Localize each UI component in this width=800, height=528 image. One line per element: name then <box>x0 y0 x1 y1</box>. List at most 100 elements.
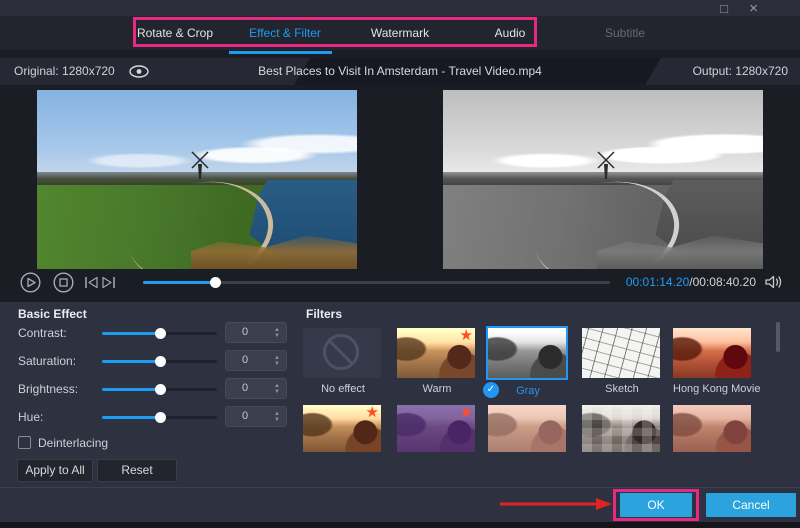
no-entry-icon <box>323 334 359 370</box>
ok-button[interactable]: OK <box>620 493 692 517</box>
window-bottom-edge <box>0 522 800 528</box>
filter-tile-row2-4[interactable] <box>582 405 660 452</box>
spin-down-icon[interactable]: ▼ <box>274 361 280 367</box>
filter-label: Warm <box>397 383 477 395</box>
filter-tile-row2-3[interactable] <box>488 405 566 452</box>
close-icon[interactable]: × <box>749 1 758 16</box>
thumbnail-art <box>673 405 751 452</box>
contrast-slider-fill <box>102 332 160 335</box>
saturation-slider[interactable] <box>102 360 217 363</box>
star-icon: ★ <box>460 405 473 421</box>
brightness-slider-thumb[interactable] <box>155 384 166 395</box>
seek-progress-fill <box>143 281 215 284</box>
volume-icon[interactable] <box>764 274 784 290</box>
filter-label: Gray <box>488 385 568 397</box>
saturation-value: 0 <box>242 351 248 370</box>
spin-down-icon[interactable]: ▼ <box>274 389 280 395</box>
spin-down-icon[interactable]: ▼ <box>274 333 280 339</box>
thumbnail-art <box>582 405 660 452</box>
filter-tile-no-effect[interactable]: No effect <box>303 328 383 395</box>
star-icon: ★ <box>366 405 379 421</box>
contrast-spinner[interactable]: 0 ▲▼ <box>225 322 287 343</box>
stop-button[interactable] <box>53 272 74 293</box>
original-video-preview <box>37 90 357 269</box>
filter-tile-row2-5[interactable] <box>673 405 751 452</box>
cancel-button[interactable]: Cancel <box>706 493 796 517</box>
filter-tile-hong-kong-movie[interactable]: Hong Kong Movie <box>673 328 753 395</box>
filters-scrollbar[interactable] <box>776 322 780 352</box>
active-tab-underline <box>229 51 332 54</box>
filter-tile-row2-2[interactable]: ★ <box>397 405 475 452</box>
filters-title: Filters <box>306 307 342 321</box>
saturation-spinner[interactable]: 0 ▲▼ <box>225 350 287 371</box>
previous-frame-button[interactable] <box>84 276 99 289</box>
tab-bar: Rotate & Crop Effect & Filter Watermark … <box>0 16 800 50</box>
selected-filter-check-icon: ✓ <box>483 382 499 398</box>
filter-tile-warm[interactable]: ★ Warm <box>397 328 477 395</box>
star-icon: ★ <box>460 328 473 344</box>
filter-label: No effect <box>303 383 383 395</box>
contrast-label: Contrast: <box>18 326 67 340</box>
saturation-label: Saturation: <box>18 354 76 368</box>
deinterlacing-label: Deinterlacing <box>38 436 108 450</box>
warm-thumbnail: ★ <box>397 328 475 378</box>
output-resolution-label: Output: 1280x720 <box>693 58 788 85</box>
contrast-slider[interactable] <box>102 332 217 335</box>
thumbnail-art <box>488 405 566 452</box>
brightness-slider-fill <box>102 388 160 391</box>
basic-effect-title: Basic Effect <box>18 307 87 321</box>
hue-label: Hue: <box>18 410 43 424</box>
reset-button[interactable]: Reset <box>97 459 177 482</box>
tab-rotate-crop[interactable]: Rotate & Crop <box>120 16 230 50</box>
contrast-slider-thumb[interactable] <box>155 328 166 339</box>
brightness-slider[interactable] <box>102 388 217 391</box>
brightness-value: 0 <box>242 379 248 398</box>
window-titlebar: □ × <box>0 0 800 16</box>
brightness-spinner[interactable]: 0 ▲▼ <box>225 378 287 399</box>
no-effect-thumbnail <box>303 328 381 378</box>
filtered-video-frame <box>443 90 763 269</box>
hue-slider[interactable] <box>102 416 217 419</box>
saturation-slider-thumb[interactable] <box>155 356 166 367</box>
brightness-label: Brightness: <box>18 382 78 396</box>
original-video-frame <box>37 90 357 269</box>
next-frame-button[interactable] <box>101 276 116 289</box>
filter-label: Sketch <box>582 383 662 395</box>
hong-kong-movie-thumbnail <box>673 328 751 378</box>
filter-label: Hong Kong Movie <box>673 383 753 395</box>
deinterlacing-checkbox[interactable] <box>18 436 31 449</box>
seek-slider-thumb[interactable] <box>210 277 221 288</box>
playback-time: 00:01:14.20/00:08:40.20 <box>626 275 756 289</box>
contrast-value: 0 <box>242 323 248 342</box>
total-time: /00:08:40.20 <box>689 275 756 289</box>
current-time: 00:01:14.20 <box>626 275 689 289</box>
sketch-thumbnail <box>582 328 660 378</box>
saturation-slider-fill <box>102 360 160 363</box>
seek-slider[interactable] <box>143 281 610 284</box>
thumbnail-art <box>582 328 660 378</box>
thumbnail-art <box>488 328 566 378</box>
gray-thumbnail <box>486 326 568 380</box>
spin-down-icon[interactable]: ▼ <box>274 417 280 423</box>
filtered-video-preview <box>443 90 763 269</box>
play-button[interactable] <box>20 272 41 293</box>
video-info-bar: Original: 1280x720 Best Places to Visit … <box>0 58 800 85</box>
annotation-red-arrow <box>500 497 613 511</box>
filter-tile-row2-1[interactable]: ★ <box>303 405 381 452</box>
thumbnail-art <box>673 328 751 378</box>
tab-effect-filter[interactable]: Effect & Filter <box>230 16 340 50</box>
filter-tile-sketch[interactable]: Sketch <box>582 328 662 395</box>
windmill-silhouette <box>593 150 619 180</box>
tab-audio[interactable]: Audio <box>455 16 565 50</box>
effects-panel: Basic Effect Contrast: 0 ▲▼ Saturation: … <box>0 302 800 487</box>
maximize-icon[interactable]: □ <box>720 1 728 16</box>
hue-value: 0 <box>242 407 248 426</box>
windmill-silhouette <box>187 150 213 180</box>
apply-to-all-button[interactable]: Apply to All <box>17 459 93 482</box>
hue-slider-fill <box>102 416 160 419</box>
filter-tile-gray-selected[interactable]: Gray <box>488 328 568 397</box>
tab-watermark[interactable]: Watermark <box>345 16 455 50</box>
hue-slider-thumb[interactable] <box>155 412 166 423</box>
tab-subtitle[interactable]: Subtitle <box>570 16 680 50</box>
hue-spinner[interactable]: 0 ▲▼ <box>225 406 287 427</box>
